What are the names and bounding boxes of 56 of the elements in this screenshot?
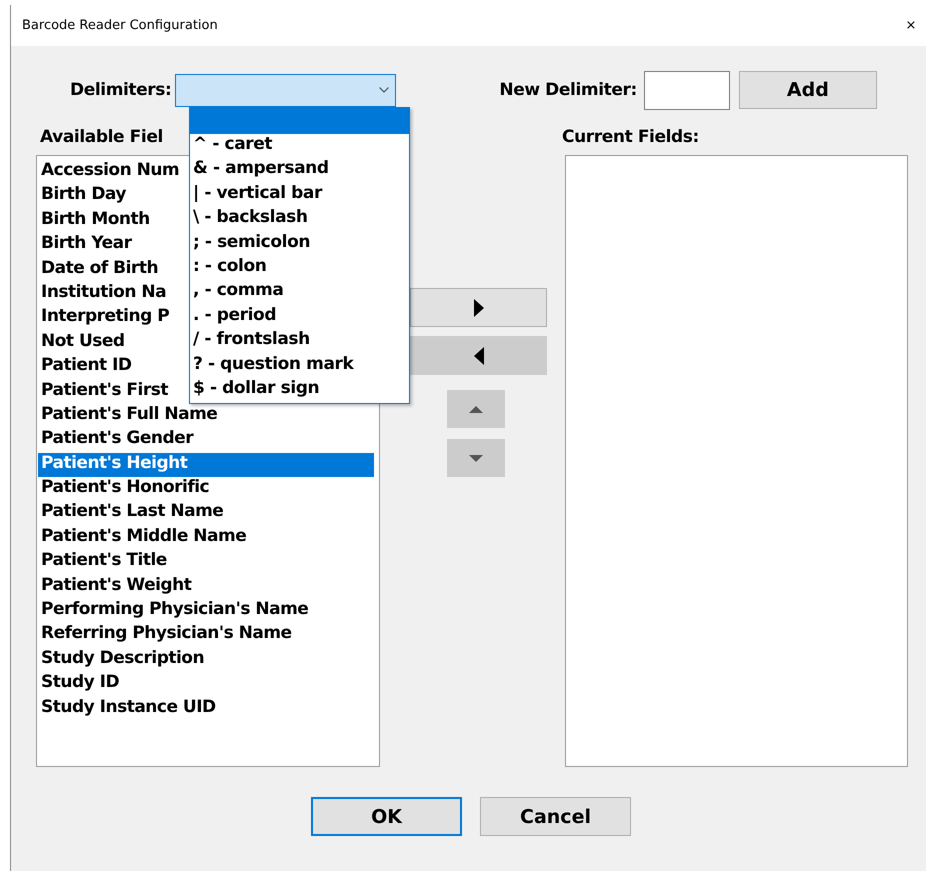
move-up-button[interactable]	[447, 390, 505, 428]
triangle-icon	[474, 298, 484, 316]
current-fields-label: Current Fields:	[562, 127, 699, 147]
list-item[interactable]: Study ID	[38, 672, 120, 697]
list-item[interactable]: Patient's Middle Name	[38, 526, 246, 550]
dropdown-option[interactable]: \ - backslash	[190, 207, 308, 232]
list-item[interactable]: Study Instance UID	[38, 696, 216, 721]
list-item[interactable]: Performing Physician's Name	[38, 599, 308, 624]
list-item[interactable]: Birth Month	[38, 208, 150, 234]
dialog-button[interactable]: Cancel	[480, 797, 631, 836]
move-down-button[interactable]	[447, 439, 505, 477]
list-item[interactable]: Institution Na	[38, 282, 166, 306]
add-field-button[interactable]	[410, 288, 547, 327]
list-item[interactable]: Patient's Honorific	[38, 477, 210, 502]
list-item[interactable]: Referring Physician's Name	[38, 623, 292, 648]
list-item[interactable]: Accession Num	[38, 160, 180, 184]
list-item[interactable]: Study Description	[38, 648, 204, 672]
dropdown-option[interactable]: . - period	[190, 304, 276, 330]
dropdown-option[interactable]: | - vertical bar	[190, 182, 322, 208]
remove-field-button[interactable]	[410, 336, 547, 375]
dropdown-option[interactable]: & - ampersand	[190, 158, 329, 183]
dropdown-option[interactable]: $ - dollar sign	[190, 378, 320, 402]
list-item[interactable]: Patient's Weight	[38, 574, 192, 600]
current-fields-list[interactable]	[565, 155, 908, 767]
list-item[interactable]: Patient ID	[38, 355, 132, 380]
delimiters-dropdown[interactable]	[175, 74, 396, 106]
list-item[interactable]: Patient's Full Name	[38, 404, 218, 428]
triangle-icon	[469, 454, 483, 462]
triangle-icon	[474, 346, 484, 364]
window-title: Barcode Reader Configuration	[22, 18, 218, 33]
list-item[interactable]: Birth Day	[38, 184, 126, 209]
list-item[interactable]: Patient's Gender	[38, 428, 194, 453]
list-item[interactable]: Not Used	[38, 330, 125, 356]
dropdown-list[interactable]: ^ - caret & - ampersand | - vertical bar \ - backslash ; - semicolon : - colon , - comma . - period / - frontslash ? - question mark $ - dollar sign	[189, 107, 410, 404]
available-fields-label: Available Fiel	[40, 127, 163, 147]
delimiters-label: Delimiters:	[70, 80, 172, 100]
dropdown-option[interactable]: : - colon	[190, 256, 266, 280]
list-item[interactable]: Interpreting P	[38, 306, 170, 331]
dropdown-option[interactable]: ; - semicolon	[190, 232, 310, 256]
add-button[interactable]: Add	[738, 71, 877, 109]
list-item[interactable]: Patient's Height	[38, 452, 374, 478]
dropdown-option[interactable]: / - frontslash	[190, 329, 310, 354]
new-delimiter-field[interactable]	[644, 70, 730, 110]
list-item[interactable]: Patient's Last Name	[38, 501, 224, 526]
chevron-icon	[379, 87, 390, 93]
list-item[interactable]: Date of Birth	[38, 258, 158, 282]
close-button[interactable]: ×	[896, 18, 926, 33]
dropdown-option[interactable]: ? - question mark	[190, 354, 354, 378]
dropdown-option[interactable]: , - comma	[190, 280, 284, 305]
list-item[interactable]: Patient's Title	[38, 550, 167, 575]
triangle-icon	[469, 406, 483, 412]
list-item[interactable]: Birth Year	[38, 233, 132, 258]
list-item[interactable]: Patient's First	[38, 380, 168, 404]
new-delimiter-label: New Delimiter:	[499, 80, 637, 100]
dialog-button[interactable]: OK	[311, 797, 462, 836]
dropdown-option[interactable]: ^ - caret	[190, 134, 272, 158]
